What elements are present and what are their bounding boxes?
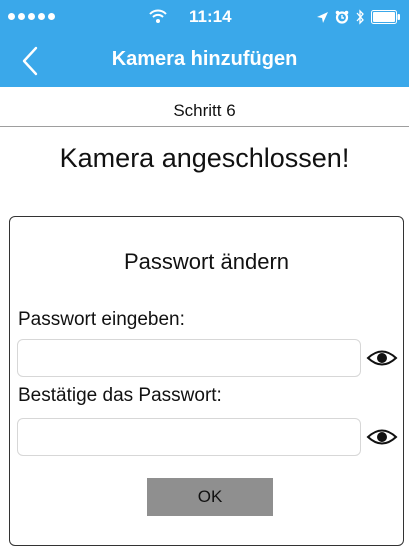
nav-title: Kamera hinzufügen: [111, 48, 298, 70]
password-label: Passwort eingeben:: [18, 309, 185, 330]
step-label: Schritt 6: [173, 101, 236, 120]
change-password-dialog: Passwort ändern Passwort eingeben: Bestä…: [9, 216, 404, 546]
wifi-icon: [149, 9, 167, 23]
ok-button[interactable]: OK: [147, 478, 273, 516]
status-bar: 11:14: [0, 0, 409, 34]
divider: [0, 126, 409, 127]
eye-icon[interactable]: [366, 347, 398, 369]
navigation-bar: Kamera hinzufügen: [0, 34, 409, 87]
confirm-password-label: Bestätige das Passwort:: [18, 385, 222, 406]
dialog-title: Passwort ändern: [123, 249, 290, 274]
signal-strength-icon: [8, 13, 55, 20]
battery-icon: [371, 10, 400, 24]
page-headline: Kamera angeschlossen!: [59, 143, 350, 173]
status-icons: [316, 8, 401, 26]
password-input[interactable]: [17, 339, 361, 377]
location-arrow-icon: [317, 11, 328, 23]
alarm-icon: [335, 10, 349, 24]
eye-icon[interactable]: [366, 426, 398, 448]
status-time: 11:14: [189, 7, 232, 26]
confirm-password-input[interactable]: [17, 418, 361, 456]
bluetooth-icon: [356, 9, 364, 25]
